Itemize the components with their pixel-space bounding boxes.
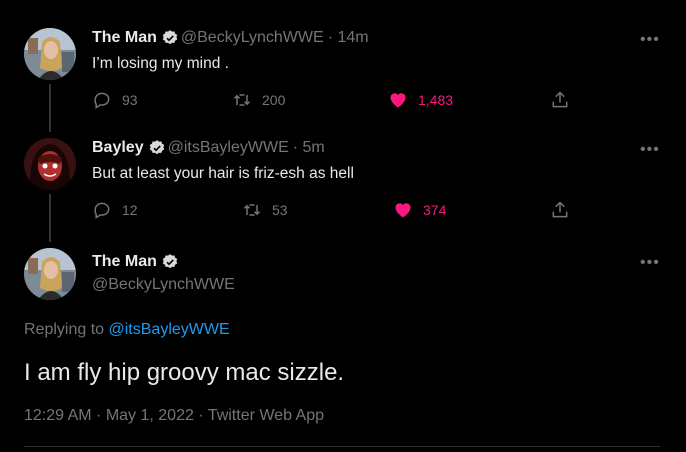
- verified-badge-icon: [162, 254, 178, 269]
- share-icon: [552, 201, 568, 218]
- tweet-header: Bayley @itsBayleyWWE · 5m: [92, 139, 325, 157]
- more-options-button[interactable]: •••: [640, 141, 660, 159]
- retweet-icon: [233, 94, 251, 106]
- reply-count: 12: [122, 202, 138, 218]
- thread-line: [49, 194, 51, 242]
- tweet-time[interactable]: · 5m: [293, 139, 325, 157]
- tweet-text: But at least your hair is friz-esh as he…: [92, 165, 354, 182]
- share-button[interactable]: [550, 200, 580, 220]
- replying-to-mention[interactable]: @itsBayleyWWE: [109, 321, 230, 338]
- main-tweet-text: I am fly hip groovy mac sizzle.: [24, 359, 345, 386]
- avatar-becky[interactable]: [24, 28, 76, 80]
- share-icon: [552, 91, 568, 108]
- like-button[interactable]: 374: [393, 200, 446, 220]
- main-tweet-author: The Man: [92, 253, 181, 271]
- handle[interactable]: @BeckyLynchWWE: [92, 276, 235, 294]
- reply-icon: [94, 92, 110, 109]
- like-count: 1,483: [418, 92, 454, 108]
- divider: [24, 446, 660, 447]
- display-name[interactable]: The Man: [92, 253, 157, 271]
- share-button[interactable]: [550, 90, 580, 110]
- avatar-becky[interactable]: [24, 248, 76, 300]
- reply-button[interactable]: 12: [92, 200, 138, 220]
- more-options-button[interactable]: •••: [640, 31, 660, 49]
- handle[interactable]: @BeckyLynchWWE: [181, 29, 324, 47]
- tweet-timestamp[interactable]: 12:29 AM · May 1, 2022 · Twitter Web App: [24, 407, 324, 425]
- thread-line: [49, 84, 51, 132]
- reply-button[interactable]: 93: [92, 90, 138, 110]
- avatar-bayley[interactable]: [24, 138, 76, 190]
- reply-count: 93: [122, 92, 138, 108]
- verified-badge-icon: [149, 140, 164, 155]
- like-count: 374: [423, 202, 447, 218]
- retweet-count: 53: [272, 202, 288, 218]
- verified-badge-icon: [162, 30, 178, 45]
- display-name[interactable]: Bayley: [92, 139, 144, 157]
- tweet-header: The Man @BeckyLynchWWE · 14m: [92, 29, 369, 47]
- heart-filled-icon: [395, 203, 411, 218]
- handle[interactable]: @itsBayleyWWE: [168, 139, 289, 157]
- retweet-icon: [243, 204, 261, 216]
- retweet-count: 200: [262, 92, 286, 108]
- replying-to: Replying to @itsBayleyWWE: [24, 321, 230, 339]
- retweet-button[interactable]: 53: [242, 200, 288, 220]
- tweet-time[interactable]: · 14m: [328, 29, 369, 47]
- heart-filled-icon: [390, 93, 406, 108]
- tweet-text: I’m losing my mind .: [92, 55, 229, 72]
- retweet-button[interactable]: 200: [232, 90, 285, 110]
- more-options-button[interactable]: •••: [640, 254, 660, 272]
- reply-icon: [94, 202, 110, 219]
- like-button[interactable]: 1,483: [388, 90, 453, 110]
- replying-to-label: Replying to: [24, 321, 105, 338]
- display-name[interactable]: The Man: [92, 29, 157, 47]
